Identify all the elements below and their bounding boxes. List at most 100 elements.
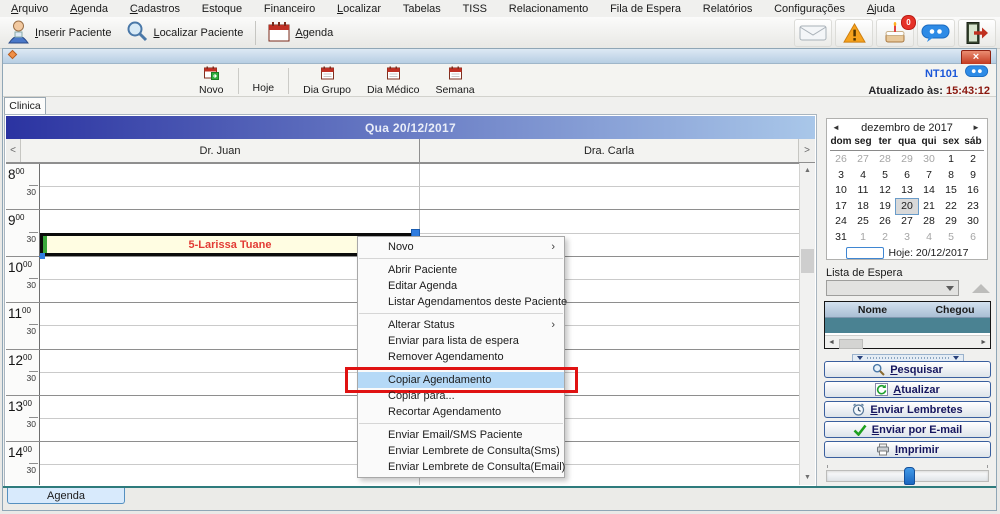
calendar-day[interactable]: 29 xyxy=(940,214,962,230)
waiting-list-selected-row[interactable] xyxy=(825,318,990,333)
slot-dr-juan[interactable] xyxy=(40,210,420,232)
exit-icon[interactable] xyxy=(958,19,996,47)
pesquisar-button[interactable]: Pesquisar xyxy=(824,361,991,378)
calendar-day[interactable]: 27 xyxy=(852,152,874,168)
menu-configura-es[interactable]: Configurações xyxy=(771,2,848,16)
calendar-day[interactable]: 3 xyxy=(896,230,918,246)
calendar-day[interactable]: 6 xyxy=(896,168,918,184)
calendar-day[interactable]: 8 xyxy=(940,168,962,184)
slot-dr-juan[interactable] xyxy=(40,164,420,186)
scroll-left-arrow-icon[interactable]: ◄ xyxy=(828,339,835,346)
menu-tiss[interactable]: TISS xyxy=(460,2,490,16)
menu-arquivo[interactable]: Arquivo xyxy=(8,2,51,16)
menu-estoque[interactable]: Estoque xyxy=(199,2,245,16)
column-header-dr-juan[interactable]: Dr. Juan xyxy=(21,139,420,162)
calendar-day[interactable]: 22 xyxy=(940,199,962,215)
context-menu-item-alterar-status[interactable]: Alterar Status› xyxy=(358,317,564,333)
birthday-icon[interactable]: 0 xyxy=(876,19,914,47)
calendar-day[interactable]: 7 xyxy=(918,168,940,184)
calendar-day[interactable]: 31 xyxy=(830,230,852,246)
calendar-prev-icon[interactable] xyxy=(832,123,842,132)
menu-fila-de-espera[interactable]: Fila de Espera xyxy=(607,2,684,16)
mail-icon[interactable] xyxy=(794,19,832,47)
context-menu-item-listar-agendamentos-deste-paciente[interactable]: Listar Agendamentos deste Paciente xyxy=(358,294,564,310)
context-menu-item-enviar-lembrete-de-consulta-email[interactable]: Enviar Lembrete de Consulta(Email) xyxy=(358,459,564,475)
semana-button[interactable]: Semana xyxy=(428,66,483,96)
scroll-up-arrow-icon[interactable] xyxy=(800,163,815,178)
context-menu-item-enviar-para-lista-de-espera[interactable]: Enviar para lista de espera xyxy=(358,333,564,349)
find-patient-button[interactable]: Localizar Paciente xyxy=(118,17,250,48)
today-box-icon[interactable] xyxy=(846,247,884,259)
dia-medico-button[interactable]: Dia Médico xyxy=(359,66,428,96)
scrollbar-thumb[interactable] xyxy=(801,249,814,273)
slot-dra-carla[interactable] xyxy=(420,164,800,186)
menu-relat-rios[interactable]: Relatórios xyxy=(700,2,756,16)
calendar-day[interactable]: 24 xyxy=(830,214,852,230)
menu-ajuda[interactable]: Ajuda xyxy=(864,2,898,16)
prev-column-arrow[interactable]: < xyxy=(6,139,21,162)
close-button[interactable] xyxy=(961,50,991,65)
enviar-lembretes-button[interactable]: Enviar Lembretes xyxy=(824,401,991,418)
calendar-day[interactable]: 5 xyxy=(940,230,962,246)
horizontal-scrollbar[interactable]: ◄ ► xyxy=(825,335,990,348)
calendar-next-icon[interactable] xyxy=(972,123,982,132)
context-menu-item-copiar-agendamento[interactable]: Copiar Agendamento xyxy=(358,372,564,388)
calendar-day[interactable]: 26 xyxy=(830,152,852,168)
context-menu-item-enviar-lembrete-de-consulta-sms[interactable]: Enviar Lembrete de Consulta(Sms) xyxy=(358,443,564,459)
calendar-day[interactable]: 23 xyxy=(962,199,984,215)
slot-dr-juan[interactable] xyxy=(40,186,420,209)
calendar-day[interactable]: 28 xyxy=(918,214,940,230)
calendar-day[interactable]: 11 xyxy=(852,183,874,199)
atualizar-button[interactable]: Atualizar xyxy=(824,381,991,398)
novo-button[interactable]: Novo xyxy=(191,66,232,96)
calendar-day[interactable]: 12 xyxy=(874,183,896,199)
hoje-button[interactable]: Hoje xyxy=(245,68,283,94)
alert-icon[interactable] xyxy=(835,19,873,47)
scroll-right-arrow-icon[interactable]: ► xyxy=(980,339,987,346)
calendar-day[interactable]: 20 xyxy=(896,199,918,215)
chat-mini-icon[interactable] xyxy=(964,70,990,82)
calendar-day[interactable]: 4 xyxy=(852,168,874,184)
dia-grupo-button[interactable]: Dia Grupo xyxy=(295,66,359,96)
scrollbar-thumb[interactable] xyxy=(839,339,863,349)
vertical-scrollbar[interactable] xyxy=(799,163,815,485)
insert-patient-button[interactable]: Inserir Paciente xyxy=(0,17,118,48)
context-menu-item-enviar-email-sms-paciente[interactable]: Enviar Email/SMS Paciente xyxy=(358,427,564,443)
menu-cadastros[interactable]: Cadastros xyxy=(127,2,183,16)
calendar-day[interactable]: 1 xyxy=(852,230,874,246)
menu-relacionamento[interactable]: Relacionamento xyxy=(506,2,592,16)
calendar-day[interactable]: 19 xyxy=(874,199,896,215)
calendar-day[interactable]: 10 xyxy=(830,183,852,199)
calendar-day[interactable]: 13 xyxy=(896,183,918,199)
calendar-day[interactable]: 15 xyxy=(940,183,962,199)
calendar-day[interactable]: 3 xyxy=(830,168,852,184)
calendar-day[interactable]: 4 xyxy=(918,230,940,246)
calendar-day[interactable]: 26 xyxy=(874,214,896,230)
context-menu-item-copiar-para[interactable]: Copiar para... xyxy=(358,388,564,404)
tab-clinica[interactable]: Clinica xyxy=(4,97,46,114)
slot-dra-carla[interactable] xyxy=(420,210,800,232)
context-menu-item-editar-agenda[interactable]: Editar Agenda xyxy=(358,278,564,294)
calendar-day[interactable]: 14 xyxy=(918,183,940,199)
calendar-day[interactable]: 5 xyxy=(874,168,896,184)
calendar-day[interactable]: 16 xyxy=(962,183,984,199)
calendar-day[interactable]: 28 xyxy=(874,152,896,168)
calendar-day[interactable]: 27 xyxy=(896,214,918,230)
slider-thumb[interactable] xyxy=(904,467,915,485)
chat-icon[interactable] xyxy=(917,19,955,47)
agenda-button[interactable]: Agenda xyxy=(261,17,340,48)
calendar-day[interactable]: 25 xyxy=(852,214,874,230)
menu-financeiro[interactable]: Financeiro xyxy=(261,2,318,16)
context-menu-item-remover-agendamento[interactable]: Remover Agendamento xyxy=(358,349,564,365)
slot-dra-carla[interactable] xyxy=(420,186,800,209)
column-nome[interactable]: Nome xyxy=(825,304,920,316)
calendar-day[interactable]: 17 xyxy=(830,199,852,215)
tab-agenda-bottom[interactable]: Agenda xyxy=(7,488,125,504)
menu-tabelas[interactable]: Tabelas xyxy=(400,2,444,16)
context-menu-item-recortar-agendamento[interactable]: Recortar Agendamento xyxy=(358,404,564,420)
calendar-day[interactable]: 29 xyxy=(896,152,918,168)
calendar-day[interactable]: 2 xyxy=(962,152,984,168)
calendar-day[interactable]: 1 xyxy=(940,152,962,168)
context-menu-item-abrir-paciente[interactable]: Abrir Paciente xyxy=(358,262,564,278)
collapse-up-button[interactable] xyxy=(969,281,993,295)
